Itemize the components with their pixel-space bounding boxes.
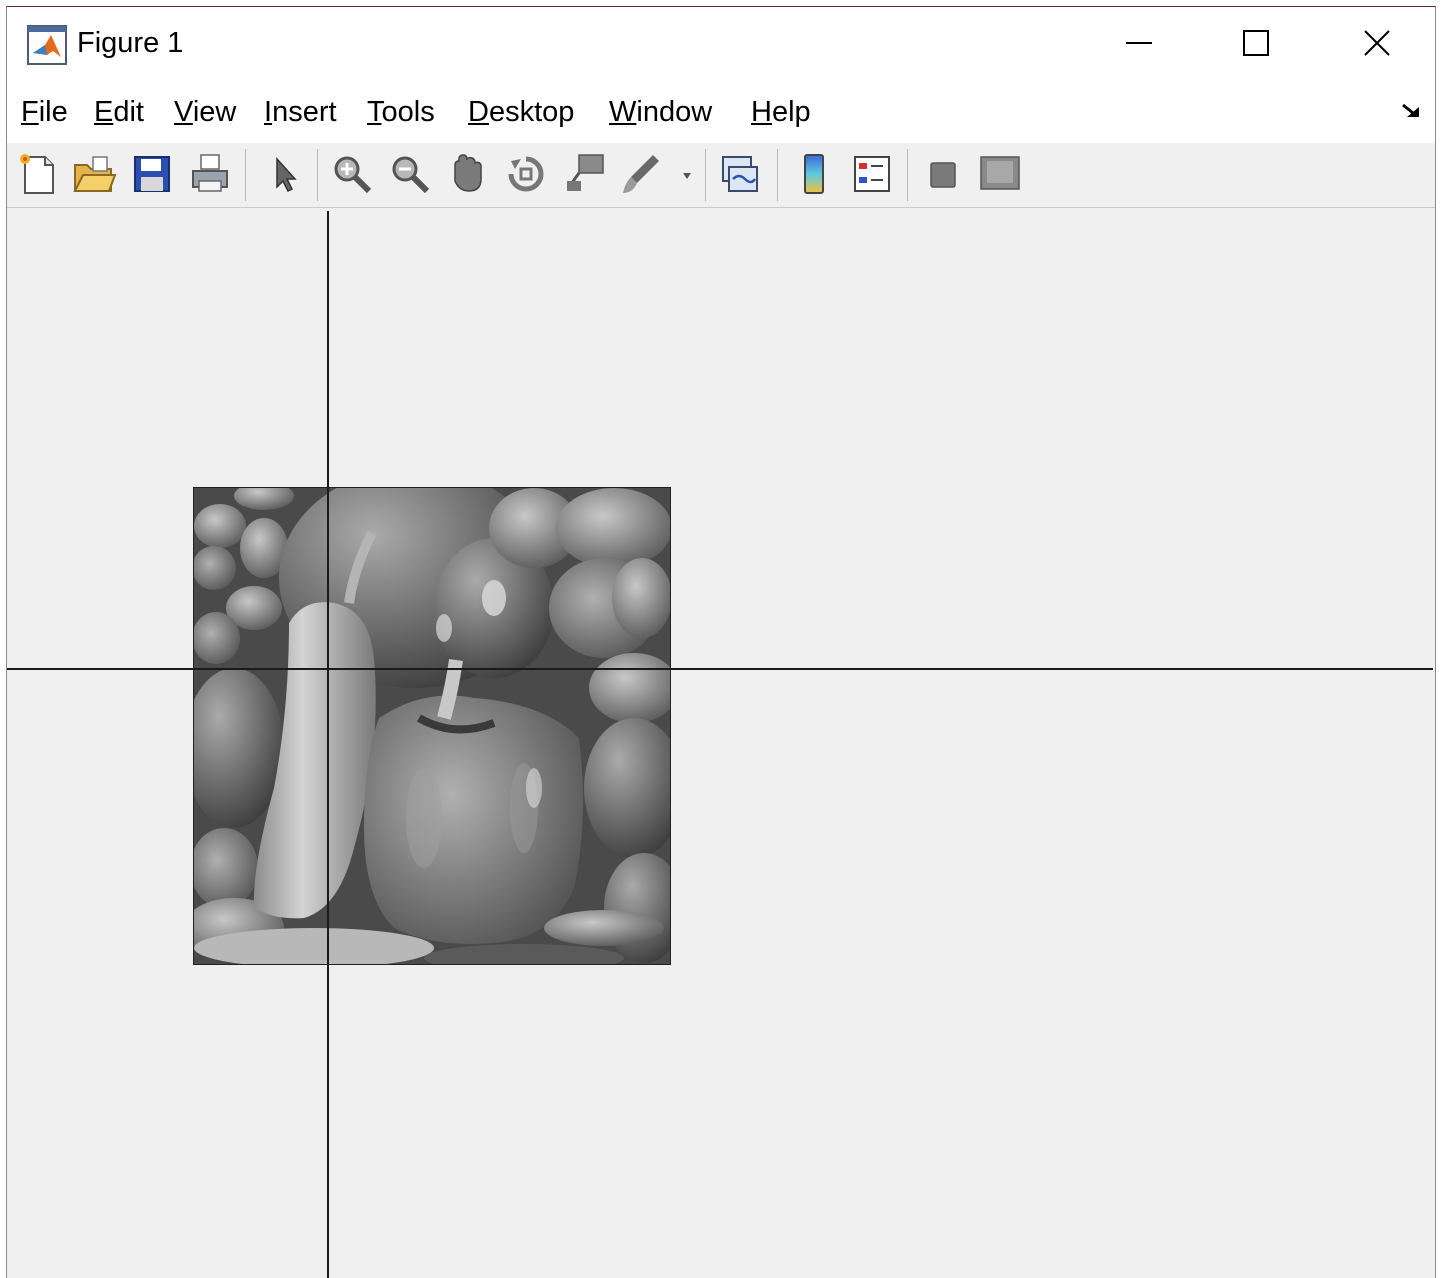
crosshair-vertical-line: [327, 211, 329, 1278]
save-disk-icon: [134, 156, 170, 192]
zoom-out-button[interactable]: [387, 151, 433, 197]
legend-icon: [854, 156, 890, 192]
menu-bar: File Edit View Insert Tools Desktop Wind…: [7, 79, 1435, 144]
figure-canvas[interactable]: [7, 208, 1435, 1278]
link-plot-icon: [722, 156, 758, 192]
edit-plot-button[interactable]: [261, 151, 307, 197]
peppers-image[interactable]: [193, 487, 671, 965]
pointer-arrow-icon: [276, 157, 297, 193]
menu-edit[interactable]: Edit: [94, 96, 144, 129]
maximize-button[interactable]: [1197, 7, 1317, 79]
hide-plot-tools-button[interactable]: [921, 151, 967, 197]
open-file-button[interactable]: [71, 151, 117, 197]
brush-dropdown-icon[interactable]: [681, 171, 693, 181]
toolbar-separator: [907, 149, 908, 201]
menu-window[interactable]: Window: [609, 96, 712, 129]
hide-plot-tools-icon: [930, 162, 956, 188]
data-cursor-icon: [567, 154, 604, 191]
zoom-in-button[interactable]: [329, 151, 375, 197]
close-button[interactable]: [1317, 7, 1435, 79]
data-cursor-button[interactable]: [561, 151, 607, 197]
pan-button[interactable]: [445, 151, 491, 197]
window-title: Figure 1: [77, 27, 184, 59]
menu-view[interactable]: View: [174, 96, 236, 129]
toolbar-separator: [705, 149, 706, 201]
figure-toolbar: [7, 143, 1435, 208]
zoom-in-icon: [334, 156, 372, 194]
minimize-button[interactable]: [1079, 7, 1199, 79]
menu-file[interactable]: File: [21, 96, 68, 129]
colorbar-icon: [804, 154, 824, 194]
menu-help[interactable]: Help: [751, 96, 811, 129]
link-plot-button[interactable]: [717, 151, 763, 197]
minimize-icon: [1126, 42, 1152, 44]
print-button[interactable]: [187, 151, 233, 197]
open-folder-icon: [73, 156, 117, 192]
new-figure-button[interactable]: [15, 151, 61, 197]
insert-legend-button[interactable]: [849, 151, 895, 197]
new-file-icon: [20, 154, 54, 194]
menu-desktop[interactable]: Desktop: [468, 96, 574, 129]
pan-hand-icon: [454, 154, 482, 192]
insert-colorbar-button[interactable]: [791, 151, 837, 197]
dock-arrow-icon[interactable]: [1399, 101, 1425, 123]
toolbar-separator: [777, 149, 778, 201]
show-plot-tools-icon: [980, 156, 1020, 190]
menu-tools[interactable]: Tools: [367, 96, 435, 129]
peppers-image-graphic: [194, 488, 670, 964]
show-plot-tools-button[interactable]: [977, 151, 1023, 197]
menu-insert[interactable]: Insert: [264, 96, 337, 129]
zoom-out-icon: [392, 156, 430, 194]
close-icon: [1364, 30, 1390, 56]
maximize-icon: [1243, 30, 1269, 56]
brush-icon: [623, 155, 659, 193]
printer-icon: [192, 154, 228, 192]
toolbar-separator: [245, 149, 246, 201]
crosshair-horizontal-line: [7, 668, 1433, 670]
matlab-logo-icon: [27, 25, 67, 65]
rotate-icon: [508, 156, 544, 192]
figure-window: Figure 1 File Edit View Insert Tools Des…: [6, 6, 1436, 1278]
toolbar-separator: [317, 149, 318, 201]
save-button[interactable]: [129, 151, 175, 197]
brush-button[interactable]: [619, 151, 665, 197]
title-bar[interactable]: Figure 1: [7, 7, 1435, 79]
rotate-3d-button[interactable]: [503, 151, 549, 197]
